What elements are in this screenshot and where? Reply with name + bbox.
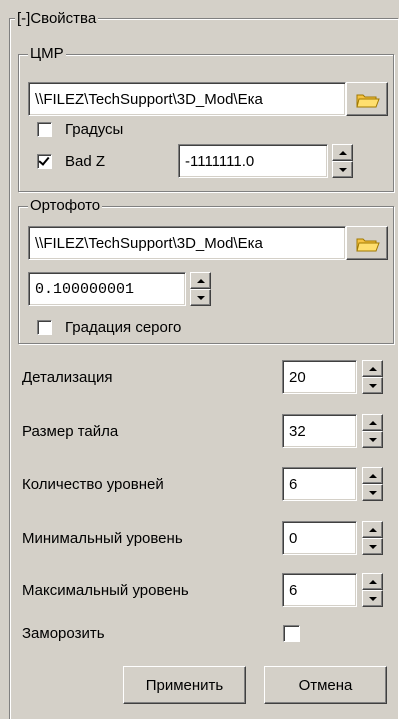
badz-spin-down-button[interactable]: [332, 161, 353, 178]
ortho-browse-button[interactable]: [346, 226, 388, 260]
detail-spin-up-button[interactable]: [362, 360, 383, 377]
spin-down-arrow-icon: [369, 596, 377, 601]
spin-down-arrow-icon: [339, 167, 347, 172]
detail-value: 20: [289, 368, 306, 386]
badz-label: Bad Z: [65, 153, 106, 170]
detail-label: Детализация: [22, 369, 113, 386]
levels-count-value: 6: [289, 475, 298, 493]
properties-group-title[interactable]: [-]Свойства: [15, 10, 99, 28]
spin-up-arrow-icon: [369, 366, 377, 371]
dem-path-input[interactable]: \\FILEZ\TechSupport\3D_Mod\Ека: [28, 82, 346, 116]
freeze-label: Заморозить: [22, 625, 105, 642]
apply-button-label: Применить: [145, 676, 224, 694]
ortho-path-value: \\FILEZ\TechSupport\3D_Mod\Ека: [35, 234, 263, 252]
spin-up-arrow-icon: [339, 150, 347, 155]
max-level-input[interactable]: 6: [282, 573, 357, 607]
max-level-spin-down-button[interactable]: [362, 590, 383, 607]
detail-spinner[interactable]: [362, 360, 383, 394]
spin-up-arrow-icon: [369, 420, 377, 425]
degrees-label: Градусы: [65, 121, 124, 138]
levels-count-spin-down-button[interactable]: [362, 484, 383, 501]
max-level-spin-up-button[interactable]: [362, 573, 383, 590]
levels-count-spinner[interactable]: [362, 467, 383, 501]
ortho-resolution-spinner[interactable]: [190, 272, 211, 306]
ortho-path-input[interactable]: \\FILEZ\TechSupport\3D_Mod\Ека: [28, 226, 346, 260]
tile-size-input[interactable]: 32: [282, 414, 357, 448]
grayscale-checkbox[interactable]: [37, 320, 52, 335]
spin-up-arrow-icon: [369, 527, 377, 532]
ortho-group-title: Ортофото: [28, 197, 103, 215]
folder-open-icon: [356, 238, 380, 252]
spin-down-arrow-icon: [197, 295, 205, 300]
resolution-spin-down-button[interactable]: [190, 289, 211, 306]
tile-size-spinner[interactable]: [362, 414, 383, 448]
ortho-resolution-value: 0.100000001: [35, 280, 135, 298]
badz-value: -1111111.0: [185, 152, 255, 170]
folder-open-icon: [356, 94, 380, 108]
spin-down-arrow-icon: [369, 490, 377, 495]
resolution-spin-up-button[interactable]: [190, 272, 211, 289]
min-level-value: 0: [289, 529, 298, 547]
spin-down-arrow-icon: [369, 437, 377, 442]
detail-spin-down-button[interactable]: [362, 377, 383, 394]
tile-size-spin-up-button[interactable]: [362, 414, 383, 431]
min-level-spin-up-button[interactable]: [362, 521, 383, 538]
spin-up-arrow-icon: [369, 579, 377, 584]
dem-group-title: ЦМР: [28, 45, 66, 63]
tile-size-label: Размер тайла: [22, 423, 119, 440]
levels-count-spin-up-button[interactable]: [362, 467, 383, 484]
min-level-spin-down-button[interactable]: [362, 538, 383, 555]
tile-size-value: 32: [289, 422, 306, 440]
max-level-spinner[interactable]: [362, 573, 383, 607]
levels-count-label: Количество уровней: [22, 476, 164, 493]
apply-button[interactable]: Применить: [123, 666, 246, 704]
cancel-button[interactable]: Отмена: [264, 666, 387, 704]
ortho-resolution-input[interactable]: 0.100000001: [28, 272, 186, 306]
badz-value-input[interactable]: -1111111.0: [178, 144, 328, 178]
spin-down-arrow-icon: [369, 544, 377, 549]
spin-down-arrow-icon: [369, 383, 377, 388]
freeze-checkbox[interactable]: [283, 625, 300, 642]
dem-browse-button[interactable]: [346, 82, 388, 116]
spin-up-arrow-icon: [369, 473, 377, 478]
tile-size-spin-down-button[interactable]: [362, 431, 383, 448]
cancel-button-label: Отмена: [298, 676, 353, 694]
badz-spin-up-button[interactable]: [332, 144, 353, 161]
min-level-spinner[interactable]: [362, 521, 383, 555]
detail-input[interactable]: 20: [282, 360, 357, 394]
spin-up-arrow-icon: [197, 278, 205, 283]
dem-path-value: \\FILEZ\TechSupport\3D_Mod\Ека: [35, 90, 263, 108]
max-level-value: 6: [289, 581, 298, 599]
badz-checkbox[interactable]: [37, 154, 52, 169]
levels-count-input[interactable]: 6: [282, 467, 357, 501]
min-level-label: Минимальный уровень: [22, 530, 183, 547]
degrees-checkbox[interactable]: [37, 122, 52, 137]
badz-spinner[interactable]: [332, 144, 353, 178]
min-level-input[interactable]: 0: [282, 521, 357, 555]
grayscale-label: Градация серого: [65, 319, 182, 336]
max-level-label: Максимальный уровень: [22, 582, 189, 599]
